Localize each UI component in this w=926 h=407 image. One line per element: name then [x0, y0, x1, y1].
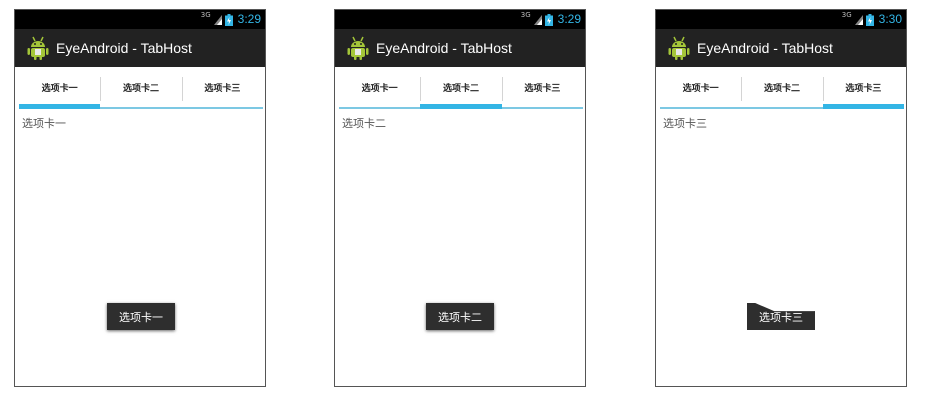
battery-charging-icon	[544, 13, 553, 26]
toast-message: 选项卡二	[426, 303, 494, 330]
status-bar: 3G 3:30	[656, 10, 906, 29]
signal-icon	[213, 14, 222, 25]
signal-icon	[854, 14, 863, 25]
status-icons: 3G 3:29	[201, 11, 261, 28]
status-icons: 3G 3:30	[842, 11, 902, 28]
tab-bar: 选项卡一 选项卡二 选项卡三	[339, 67, 583, 109]
status-clock: 3:29	[557, 12, 581, 26]
phone-screen-2: 3G 3:29 EyeAndroid - TabHost 选项卡一 选项卡二 选…	[334, 9, 586, 387]
android-robot-icon	[347, 36, 369, 60]
tab-3[interactable]: 选项卡三	[181, 67, 263, 107]
tab-content-text: 选项卡三	[663, 117, 707, 130]
android-robot-icon	[668, 36, 690, 60]
tab-3[interactable]: 选项卡三	[822, 67, 905, 109]
battery-charging-icon	[224, 13, 233, 26]
network-type-label: 3G	[841, 11, 852, 19]
tab-3[interactable]: 选项卡三	[501, 67, 583, 107]
action-bar: EyeAndroid - TabHost	[15, 29, 265, 67]
tab-1[interactable]: 选项卡一	[339, 67, 420, 107]
android-robot-icon	[27, 36, 49, 60]
signal-icon	[533, 14, 542, 25]
tab-2[interactable]: 选项卡二	[420, 67, 502, 109]
tab-2[interactable]: 选项卡二	[741, 67, 822, 107]
tab-1[interactable]: 选项卡一	[19, 67, 101, 109]
network-type-label: 3G	[200, 11, 211, 19]
toast-message: 选项卡一	[107, 303, 175, 330]
tab-content-text: 选项卡一	[22, 117, 66, 130]
action-bar: EyeAndroid - TabHost	[656, 29, 906, 67]
phone-screen-1: 3G 3:29 EyeAndroid - TabHost 选项卡一 选项卡二 选…	[14, 9, 266, 387]
status-clock: 3:29	[237, 12, 261, 26]
toast-message: 选项卡三	[747, 303, 815, 330]
tab-2[interactable]: 选项卡二	[100, 67, 181, 107]
phone-screen-3: 3G 3:30 EyeAndroid - TabHost 选项卡一 选项卡二 选…	[655, 9, 907, 387]
tab-bar: 选项卡一 选项卡二 选项卡三	[660, 67, 905, 109]
app-title: EyeAndroid - TabHost	[56, 40, 192, 56]
tab-bar: 选项卡一 选项卡二 选项卡三	[19, 67, 263, 109]
network-type-label: 3G	[520, 11, 531, 19]
status-clock: 3:30	[878, 12, 902, 26]
tab-1[interactable]: 选项卡一	[660, 67, 741, 107]
status-bar: 3G 3:29	[15, 10, 265, 29]
status-bar: 3G 3:29	[335, 10, 585, 29]
tab-content-text: 选项卡二	[342, 117, 386, 130]
status-icons: 3G 3:29	[521, 11, 581, 28]
app-title: EyeAndroid - TabHost	[697, 40, 833, 56]
battery-charging-icon	[865, 13, 874, 26]
action-bar: EyeAndroid - TabHost	[335, 29, 585, 67]
app-title: EyeAndroid - TabHost	[376, 40, 512, 56]
